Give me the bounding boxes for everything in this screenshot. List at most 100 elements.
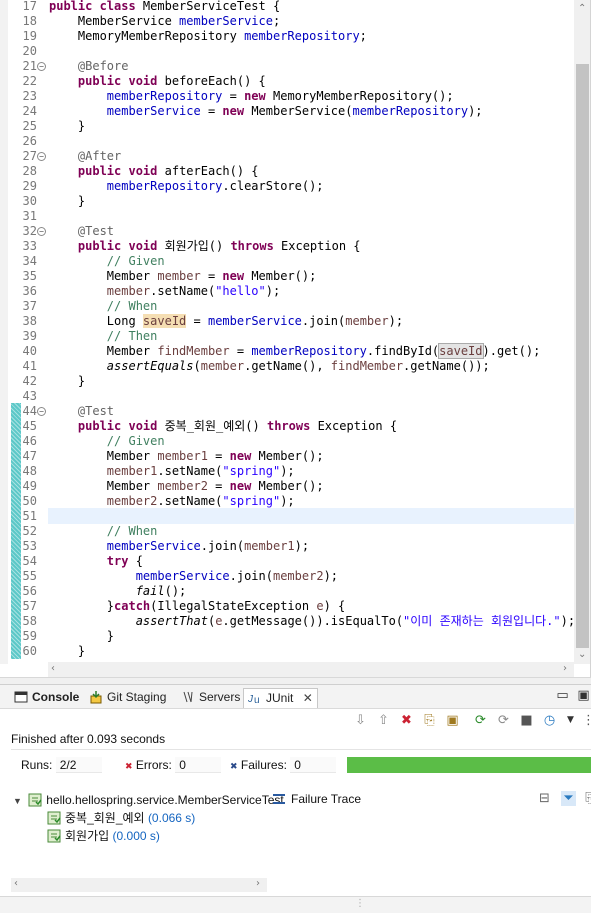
- code-line: fail();: [135, 584, 187, 598]
- code-line: // When: [106, 524, 158, 538]
- test-counters: Runs: 2/2 ✖ Errors: 0 ✖ Failures: 0: [11, 749, 591, 777]
- junit-toolbar: ⇩ ⇧ ✖ ⎘ ▣ ⟳ ⟳ ■ ◷ ▼ ⋮: [350, 711, 591, 733]
- status-bar: ⋮: [0, 896, 591, 913]
- minimize-icon[interactable]: ▭: [555, 688, 570, 703]
- test-suite-node[interactable]: ▼ hello.hellospring.service.MemberServic…: [13, 791, 284, 809]
- test-case-node[interactable]: 회원가입 (0.000 s): [47, 827, 160, 845]
- line-number: 29: [22, 179, 37, 193]
- line-number: 37: [22, 299, 37, 313]
- code-line: try {: [106, 554, 143, 568]
- code-line: public void beforeEach() {: [77, 74, 266, 88]
- code-line: Member findMember = memberRepository.fin…: [49, 343, 541, 359]
- show-failures-only-icon[interactable]: ✖: [399, 713, 414, 728]
- vertical-ruler: [0, 0, 8, 664]
- line-number: 25: [22, 119, 37, 133]
- tab-git-staging[interactable]: Git Staging: [89, 688, 166, 708]
- stop-icon[interactable]: ■: [519, 713, 534, 728]
- copy-trace-icon[interactable]: ⎘: [583, 791, 591, 806]
- code-line: public class MemberServiceTest {: [49, 0, 281, 13]
- test-case-node[interactable]: 중복_회원_예외 (0.066 s): [47, 809, 195, 827]
- test-pass-icon: [47, 829, 61, 843]
- line-number: 40: [22, 344, 37, 358]
- chevron-down-icon[interactable]: ▼: [13, 796, 22, 806]
- code-line: // Then: [106, 329, 158, 343]
- failures-counter: ✖ Failures: 0: [230, 757, 337, 774]
- code-line: memberRepository.clearStore();: [106, 179, 324, 193]
- fold-toggle-icon[interactable]: −: [37, 227, 46, 236]
- line-number: 20: [22, 44, 37, 58]
- code-line: member.setName("hello");: [106, 284, 281, 298]
- vertical-scrollbar[interactable]: ⌃ ⌄: [574, 0, 590, 664]
- code-line: member2.setName("spring");: [106, 494, 295, 508]
- line-number: 43: [22, 389, 37, 403]
- history-dropdown-icon[interactable]: ▼: [563, 713, 578, 728]
- scroll-left-icon[interactable]: ‹: [14, 879, 18, 889]
- code-line: // Given: [106, 254, 165, 268]
- line-number: 39: [22, 329, 37, 343]
- line-number-gutter: 17 18 19 20 21−22 23 24 25 26 27−28 29 30 31 32−33 34 3…: [0, 0, 48, 664]
- servers-icon: [181, 690, 195, 704]
- current-line-highlight: [48, 508, 574, 524]
- previous-failure-icon[interactable]: ⇧: [376, 713, 391, 728]
- line-number: 26: [22, 134, 37, 148]
- scroll-down-icon[interactable]: ⌄: [578, 650, 586, 660]
- scroll-up-icon[interactable]: ⌃: [578, 4, 586, 14]
- code-line: @After: [77, 149, 122, 163]
- next-failure-icon[interactable]: ⇩: [353, 713, 368, 728]
- junit-icon: Ju: [247, 691, 262, 706]
- fold-toggle-icon[interactable]: −: [37, 152, 46, 161]
- scroll-right-icon[interactable]: ›: [256, 879, 260, 889]
- tab-servers[interactable]: Servers: [181, 688, 240, 708]
- maximize-icon[interactable]: ▣: [576, 688, 591, 703]
- view-tabs: Console Git Staging Servers Ju JUnit ✕ ▭ …: [0, 685, 591, 709]
- close-icon[interactable]: ✕: [303, 691, 313, 705]
- line-number: 30: [22, 194, 37, 208]
- code-line: Member member1 = new Member();: [49, 449, 324, 463]
- code-line: memberRepository = new MemoryMemberRepos…: [106, 89, 454, 103]
- code-line: Long saveId = memberService.join(member)…: [49, 314, 404, 328]
- scroll-left-icon[interactable]: ‹: [51, 664, 55, 674]
- tab-console[interactable]: Console: [14, 688, 79, 708]
- scroll-right-icon[interactable]: ›: [563, 664, 567, 674]
- fold-toggle-icon[interactable]: −: [37, 407, 46, 416]
- code-editor[interactable]: 17 18 19 20 21−22 23 24 25 26 27−28 29 30 31 32−33 34 3…: [0, 0, 591, 677]
- code-line: @Before: [77, 59, 129, 73]
- line-number: 19: [22, 29, 37, 43]
- vertical-scroll-thumb[interactable]: [576, 64, 589, 648]
- show-skipped-icon[interactable]: ⎘: [422, 713, 437, 728]
- view-menu-icon[interactable]: ⋮: [581, 713, 591, 728]
- line-number: 28: [22, 164, 37, 178]
- horizontal-scrollbar[interactable]: ‹ ›: [48, 662, 574, 677]
- tab-junit[interactable]: Ju JUnit ✕: [243, 688, 318, 708]
- code-line: assertThat(e.getMessage()).isEqualTo("이미…: [135, 614, 576, 628]
- code-line: assertEquals(member.getName(), findMembe…: [106, 359, 490, 373]
- failure-trace-header: Failure Trace ⊟ ⏷ ⎘: [267, 789, 591, 809]
- rerun-icon[interactable]: ⟳: [473, 713, 488, 728]
- code-line: MemberService memberService;: [49, 14, 281, 28]
- code-line: MemoryMemberRepository memberRepository;: [49, 29, 367, 43]
- filter-stack-icon[interactable]: ⏷: [561, 791, 576, 806]
- fold-toggle-icon[interactable]: −: [37, 62, 46, 71]
- scroll-lock-icon[interactable]: ▣: [445, 713, 460, 728]
- line-number: 38: [22, 314, 37, 328]
- runs-counter: Runs: 2/2: [21, 757, 102, 773]
- code-line: @Test: [77, 404, 115, 418]
- test-pass-icon: [47, 811, 61, 825]
- compare-icon[interactable]: ⊟: [537, 791, 552, 806]
- tree-horizontal-scrollbar[interactable]: ‹ ›: [11, 878, 267, 892]
- code-line: }: [49, 629, 115, 643]
- test-tree[interactable]: ▼ hello.hellospring.service.MemberServic…: [11, 789, 284, 881]
- junit-view: Console Git Staging Servers Ju JUnit ✕ ▭ …: [0, 684, 591, 896]
- drag-handle-icon[interactable]: ⋮: [355, 899, 365, 909]
- line-number: 23: [22, 89, 37, 103]
- code-line: public void 중복_회원_예외() throws Exception …: [77, 419, 398, 433]
- svg-text:u: u: [254, 695, 260, 705]
- stack-trace-icon: [273, 794, 285, 804]
- line-number: 22: [22, 74, 37, 88]
- history-icon[interactable]: ◷: [542, 713, 557, 728]
- progress-bar: [347, 757, 591, 773]
- panel-divider[interactable]: [0, 677, 591, 684]
- rerun-failed-icon[interactable]: ⟳: [496, 713, 511, 728]
- code-line: public void 회원가입() throws Exception {: [77, 239, 361, 253]
- line-number: 17: [22, 0, 37, 13]
